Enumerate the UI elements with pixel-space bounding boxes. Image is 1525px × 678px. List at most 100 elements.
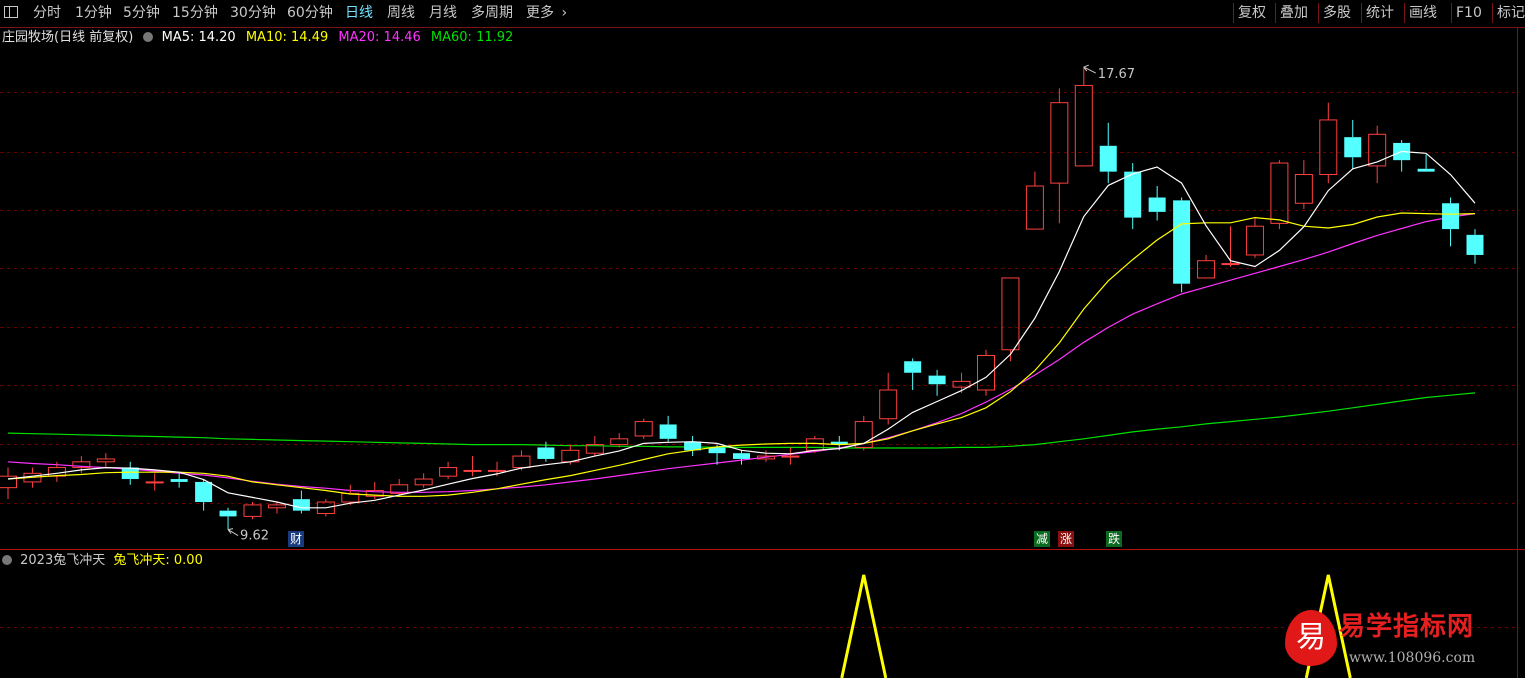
ma20-label: MA20: bbox=[338, 30, 384, 45]
candle-body bbox=[879, 389, 898, 420]
ma60-label: MA60: bbox=[430, 30, 477, 45]
candle bbox=[634, 418, 653, 439]
candle-body bbox=[145, 481, 164, 484]
more-menu[interactable]: 更多 › bbox=[526, 4, 567, 22]
period-tab[interactable]: 周线 bbox=[387, 4, 415, 22]
period-tab[interactable]: 60分钟 bbox=[287, 4, 333, 22]
candle-body bbox=[96, 458, 115, 463]
candle-body bbox=[781, 455, 800, 458]
candle bbox=[1173, 197, 1191, 293]
event-tag-fall[interactable]: 跌 bbox=[1106, 531, 1122, 547]
candle bbox=[1466, 229, 1484, 264]
candle-body bbox=[1442, 203, 1460, 230]
marker-layer: 17.67 9.62 bbox=[227, 64, 1135, 544]
candle bbox=[1148, 186, 1166, 221]
draw-line-button[interactable]: 画线 bbox=[1404, 3, 1441, 23]
candle-body bbox=[1466, 234, 1484, 255]
event-tag-rise[interactable]: 涨 bbox=[1058, 531, 1074, 547]
candle-body bbox=[1221, 263, 1240, 266]
indicator-readout: 兔飞冲天: 0.00 bbox=[113, 553, 202, 568]
candle-body bbox=[439, 467, 458, 477]
event-tag-financial[interactable]: 财 bbox=[288, 531, 304, 547]
multi-stock-button[interactable]: 多股 bbox=[1318, 3, 1355, 23]
candle bbox=[1245, 217, 1264, 258]
period-tab[interactable]: 分时 bbox=[33, 4, 61, 22]
period-tab[interactable]: 15分钟 bbox=[172, 4, 218, 22]
candle bbox=[0, 467, 17, 500]
indicator-value-label: 兔飞冲天: bbox=[113, 553, 174, 568]
candle bbox=[365, 481, 384, 500]
candle-body bbox=[977, 355, 995, 391]
candle-body bbox=[733, 453, 750, 459]
period-tab[interactable]: 1分钟 bbox=[75, 4, 112, 22]
period-tab[interactable]: 30分钟 bbox=[230, 4, 276, 22]
mark-button[interactable]: 标记 bbox=[1492, 3, 1525, 23]
candle bbox=[219, 507, 237, 530]
candle bbox=[781, 447, 800, 465]
candle-body bbox=[292, 499, 310, 511]
candle-body bbox=[243, 504, 262, 517]
period-tab[interactable]: 5分钟 bbox=[123, 4, 160, 22]
candle-body bbox=[1417, 168, 1435, 172]
candle bbox=[684, 435, 702, 457]
ma5-value: 14.20 bbox=[198, 30, 236, 45]
candle bbox=[1197, 254, 1216, 279]
indicator-name: 2023兔飞冲天 bbox=[20, 553, 106, 568]
high-price-label: 17.67 bbox=[1098, 67, 1135, 82]
candle-body bbox=[463, 469, 482, 472]
watermark-title: 易学指标网 bbox=[1339, 612, 1475, 642]
kline-chart[interactable]: 17.67 9.62 bbox=[0, 0, 1525, 678]
settings-dot-icon[interactable] bbox=[2, 555, 12, 565]
candle bbox=[1050, 88, 1069, 224]
candle-body bbox=[267, 504, 286, 509]
period-tab[interactable]: 月线 bbox=[429, 4, 457, 22]
low-arrow bbox=[227, 528, 239, 537]
period-toolbar: 分时 1分钟 5分钟 15分钟 30分钟 60分钟 日线 周线 月线 多周期 更… bbox=[0, 0, 1525, 28]
candle-body bbox=[1050, 102, 1069, 184]
ma60-layer bbox=[7, 392, 1476, 449]
candle bbox=[145, 473, 164, 491]
chevron-right-icon: › bbox=[561, 5, 568, 21]
candle bbox=[96, 453, 115, 468]
candle-body bbox=[537, 447, 555, 459]
ma10-value: 14.49 bbox=[291, 30, 329, 45]
ma10-readout: MA10: 14.49 bbox=[246, 30, 328, 45]
restore-rights-button[interactable]: 复权 bbox=[1233, 3, 1270, 23]
main-chart-header: 庄园牧场(日线 前复权) MA5: 14.20 MA10: 14.49 MA20… bbox=[2, 30, 513, 46]
candle-body bbox=[1124, 171, 1142, 218]
indicator-header: 2023兔飞冲天 兔飞冲天: 0.00 bbox=[2, 553, 203, 569]
settings-dot-icon[interactable] bbox=[143, 32, 154, 42]
period-tab[interactable]: 多周期 bbox=[471, 4, 513, 22]
candle-body bbox=[121, 467, 139, 480]
event-tag-reduce[interactable]: 减 bbox=[1034, 531, 1050, 547]
ma10-label: MA10: bbox=[245, 30, 292, 45]
candle-body bbox=[1001, 277, 1020, 351]
ma20-value: 14.46 bbox=[383, 30, 421, 45]
candle bbox=[1368, 125, 1387, 184]
candle-body bbox=[610, 438, 629, 446]
candle bbox=[292, 490, 310, 514]
candle-body bbox=[488, 469, 506, 472]
candle-body bbox=[512, 455, 531, 469]
candle bbox=[1393, 140, 1411, 172]
chart-mode: (日线 前复权) bbox=[54, 30, 134, 45]
candle-body bbox=[170, 479, 188, 482]
window-icon[interactable] bbox=[4, 6, 18, 18]
grid-lines bbox=[0, 92, 1517, 628]
statistics-button[interactable]: 统计 bbox=[1361, 3, 1398, 23]
more-label: 更多 bbox=[526, 5, 554, 21]
f10-button[interactable]: F10 bbox=[1451, 3, 1486, 23]
ma60-readout: MA60: 11.92 bbox=[431, 30, 513, 45]
watermark-url: www.108096.com bbox=[1349, 650, 1476, 666]
period-tab-active[interactable]: 日线 bbox=[345, 4, 373, 22]
candle bbox=[977, 349, 995, 396]
candle bbox=[659, 415, 677, 442]
candle bbox=[733, 450, 750, 465]
overlay-button[interactable]: 叠加 bbox=[1275, 3, 1312, 23]
candle-body bbox=[659, 424, 677, 439]
signal-spike bbox=[840, 574, 888, 678]
candle bbox=[1074, 67, 1093, 167]
candle-body bbox=[1025, 185, 1044, 230]
candle-body bbox=[1368, 133, 1387, 167]
candle-body bbox=[928, 375, 946, 385]
